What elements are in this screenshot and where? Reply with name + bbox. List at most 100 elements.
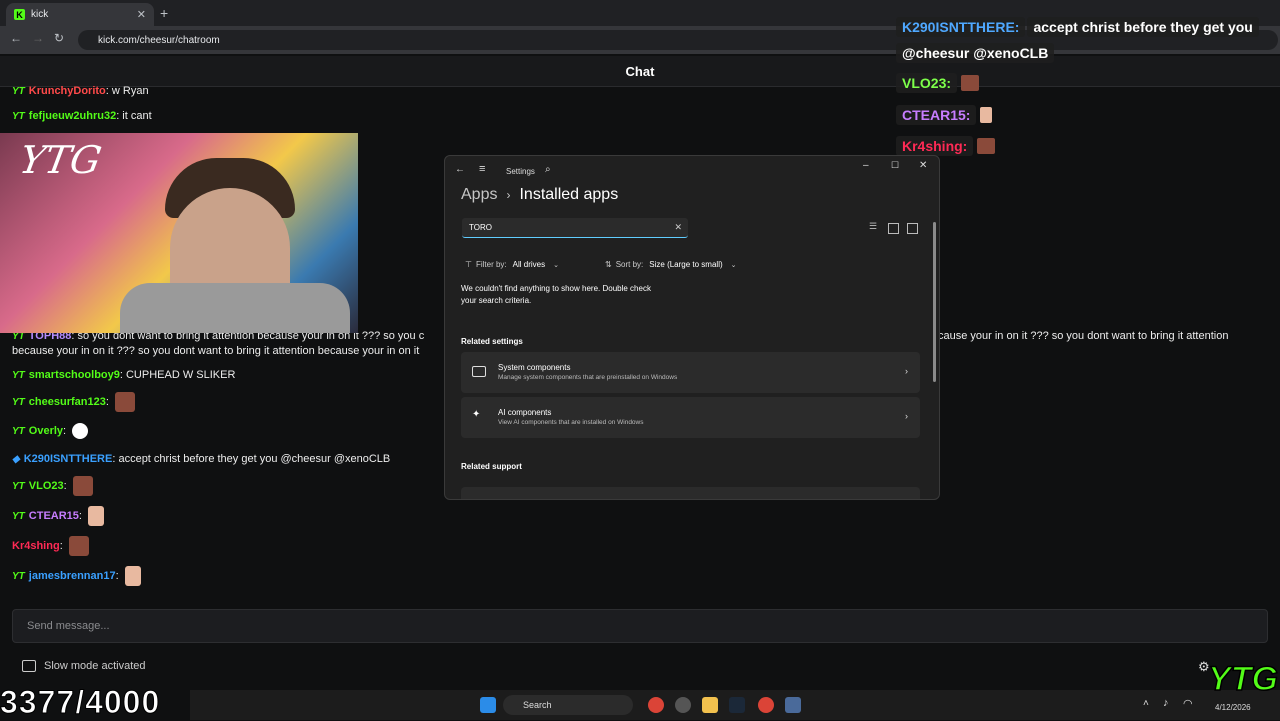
breadcrumb-apps[interactable]: Apps <box>461 186 497 204</box>
hand-emote-icon <box>87 506 104 526</box>
settings-scrollbar[interactable] <box>933 222 936 382</box>
chat-username[interactable]: VLO23 <box>29 480 64 492</box>
breadcrumb-separator: › <box>506 188 511 202</box>
start-icon[interactable] <box>480 697 496 713</box>
app-search-input[interactable]: TORO ✕ <box>462 218 688 238</box>
ai-components-card[interactable]: ✦ AI components View AI components that … <box>461 397 920 438</box>
chrome-icon[interactable] <box>648 697 664 713</box>
chat-title: Chat <box>625 63 655 79</box>
grid-view-icon[interactable] <box>888 223 899 234</box>
chat-text: cause your in on it ??? so you dont want… <box>938 330 1229 342</box>
hand-emote-icon <box>124 566 141 586</box>
chat-username[interactable]: Kr4shing <box>12 540 60 552</box>
filter-value: All drives <box>512 260 546 269</box>
subscriber-badge-icon: YT <box>12 396 25 408</box>
search-icon[interactable]: ⌕ <box>545 164 551 175</box>
filter-icon: ⊤ <box>465 260 472 269</box>
card-subtitle: View AI components that are installed on… <box>498 419 644 426</box>
chevron-right-icon: › <box>905 411 908 421</box>
chat-username[interactable]: KrunchyDorito <box>29 85 106 97</box>
send-message-input[interactable]: Send message... <box>12 609 1268 643</box>
subscriber-badge-icon: YT <box>12 85 25 97</box>
card-title: System components <box>498 363 571 372</box>
page-title: Installed apps <box>519 186 619 203</box>
chat-username[interactable]: smartschoolboy9 <box>29 369 120 381</box>
settings-title: Settings <box>506 167 535 176</box>
chat-text: : <box>105 396 109 408</box>
subscriber-badge-icon: YT <box>12 510 25 522</box>
related-support-heading: Related support <box>461 462 522 471</box>
chat-text: because your in on it ??? so you dont wa… <box>12 345 420 357</box>
emote-icon <box>977 138 996 154</box>
taskbar-search[interactable]: Search <box>503 695 633 715</box>
settings-titlebar: ← ≡ Settings ⌕ – ☐ ✕ <box>445 156 939 186</box>
chat-text: : <box>78 510 82 522</box>
card-title: AI components <box>498 408 552 417</box>
settings-app-icon[interactable] <box>785 697 801 713</box>
app-icon[interactable] <box>675 697 691 713</box>
chevron-down-icon: ⌄ <box>553 261 559 269</box>
chevron-up-icon[interactable]: ˄ <box>1143 698 1149 709</box>
breadcrumb: Apps › Installed apps <box>461 186 618 204</box>
sort-icon: ⇅ <box>605 260 612 269</box>
chat-message-overflow: cause your in on it ??? so you dont want… <box>938 330 1228 342</box>
taskbar-date[interactable]: 4/12/2026 <box>1215 703 1251 712</box>
goal-counter: 3377/4000 <box>0 684 161 721</box>
minimize-icon[interactable]: – <box>863 160 869 171</box>
maximize-icon[interactable]: ☐ <box>891 160 899 171</box>
slow-mode-icon <box>22 660 36 672</box>
system-components-card[interactable]: System components Manage system componen… <box>461 352 920 393</box>
menu-icon[interactable]: ≡ <box>479 163 485 175</box>
microphone-icon[interactable]: ♪ <box>1163 697 1169 709</box>
chat-username[interactable]: K290ISNTTHERE <box>24 453 113 465</box>
overlay-text: @cheesur @xenoCLB <box>896 43 1055 63</box>
chat-username[interactable]: cheesurfan123 <box>29 396 106 408</box>
sort-dropdown[interactable]: ⇅ Sort by: Size (Large to small) ⌄ <box>605 260 737 269</box>
send-placeholder: Send message... <box>27 620 110 632</box>
chevron-down-icon: ⌄ <box>730 261 737 269</box>
chrome-icon[interactable] <box>758 697 774 713</box>
list-view-icon[interactable]: ☰ <box>869 221 878 231</box>
tile-view-icon[interactable] <box>907 223 918 234</box>
chat-text: : <box>63 425 67 437</box>
overlay-username: CTEAR15: <box>896 105 977 125</box>
forward-arrow-icon[interactable]: → <box>32 31 44 45</box>
slow-mode-indicator: Slow mode activated <box>22 660 146 672</box>
clear-search-icon[interactable]: ✕ <box>674 222 682 233</box>
chat-username[interactable]: CTEAR15 <box>29 510 79 522</box>
subscriber-badge-icon: YT <box>12 480 25 492</box>
wifi-icon[interactable]: ◠ <box>1183 697 1193 710</box>
browser-tab[interactable]: K kick ✕ <box>6 3 154 26</box>
emote-icon <box>961 75 980 91</box>
chat-username[interactable]: Overly <box>29 425 63 437</box>
emote-icon <box>68 536 89 556</box>
streamer-shirt <box>120 283 350 333</box>
back-arrow-icon[interactable]: ← <box>455 164 465 175</box>
chat-header: Chat <box>0 56 1280 87</box>
filter-dropdown[interactable]: ⊤ Filter by: All drives ⌄ <box>465 260 559 269</box>
chat-message: YT CTEAR15 : <box>12 506 104 526</box>
close-icon[interactable]: ✕ <box>919 160 927 171</box>
overlay-username: VLO23: <box>896 73 958 93</box>
sparkle-icon: ✦ <box>472 409 481 420</box>
settings-window: ← ≡ Settings ⌕ – ☐ ✕ Apps › Installed ap… <box>444 155 940 500</box>
overlay-text: accept christ before they get you <box>1027 17 1259 37</box>
reload-icon[interactable]: ↻ <box>54 31 64 45</box>
chat-username[interactable]: jamesbrennan17 <box>29 570 116 582</box>
empty-state-message: We couldn't find anything to show here. … <box>461 284 651 305</box>
back-arrow-icon[interactable]: ← <box>10 31 22 45</box>
support-card[interactable] <box>461 487 920 499</box>
chat-text: : <box>63 480 67 492</box>
hand-emote-icon <box>980 107 993 123</box>
chat-message: Kr4shing : <box>12 536 89 556</box>
url-text: kick.com/cheesur/chatroom <box>98 34 220 46</box>
chevron-right-icon: › <box>905 366 908 376</box>
steam-icon[interactable] <box>729 697 745 713</box>
new-tab-button[interactable]: + <box>160 5 168 21</box>
close-tab-icon[interactable]: ✕ <box>137 8 146 21</box>
chat-message: YT cheesurfan123 : <box>12 392 135 412</box>
chat-username[interactable]: fefjueuw2uhru32 <box>29 110 116 122</box>
chat-text: : <box>115 570 119 582</box>
file-explorer-icon[interactable] <box>702 697 718 713</box>
emote-icon <box>114 392 135 412</box>
